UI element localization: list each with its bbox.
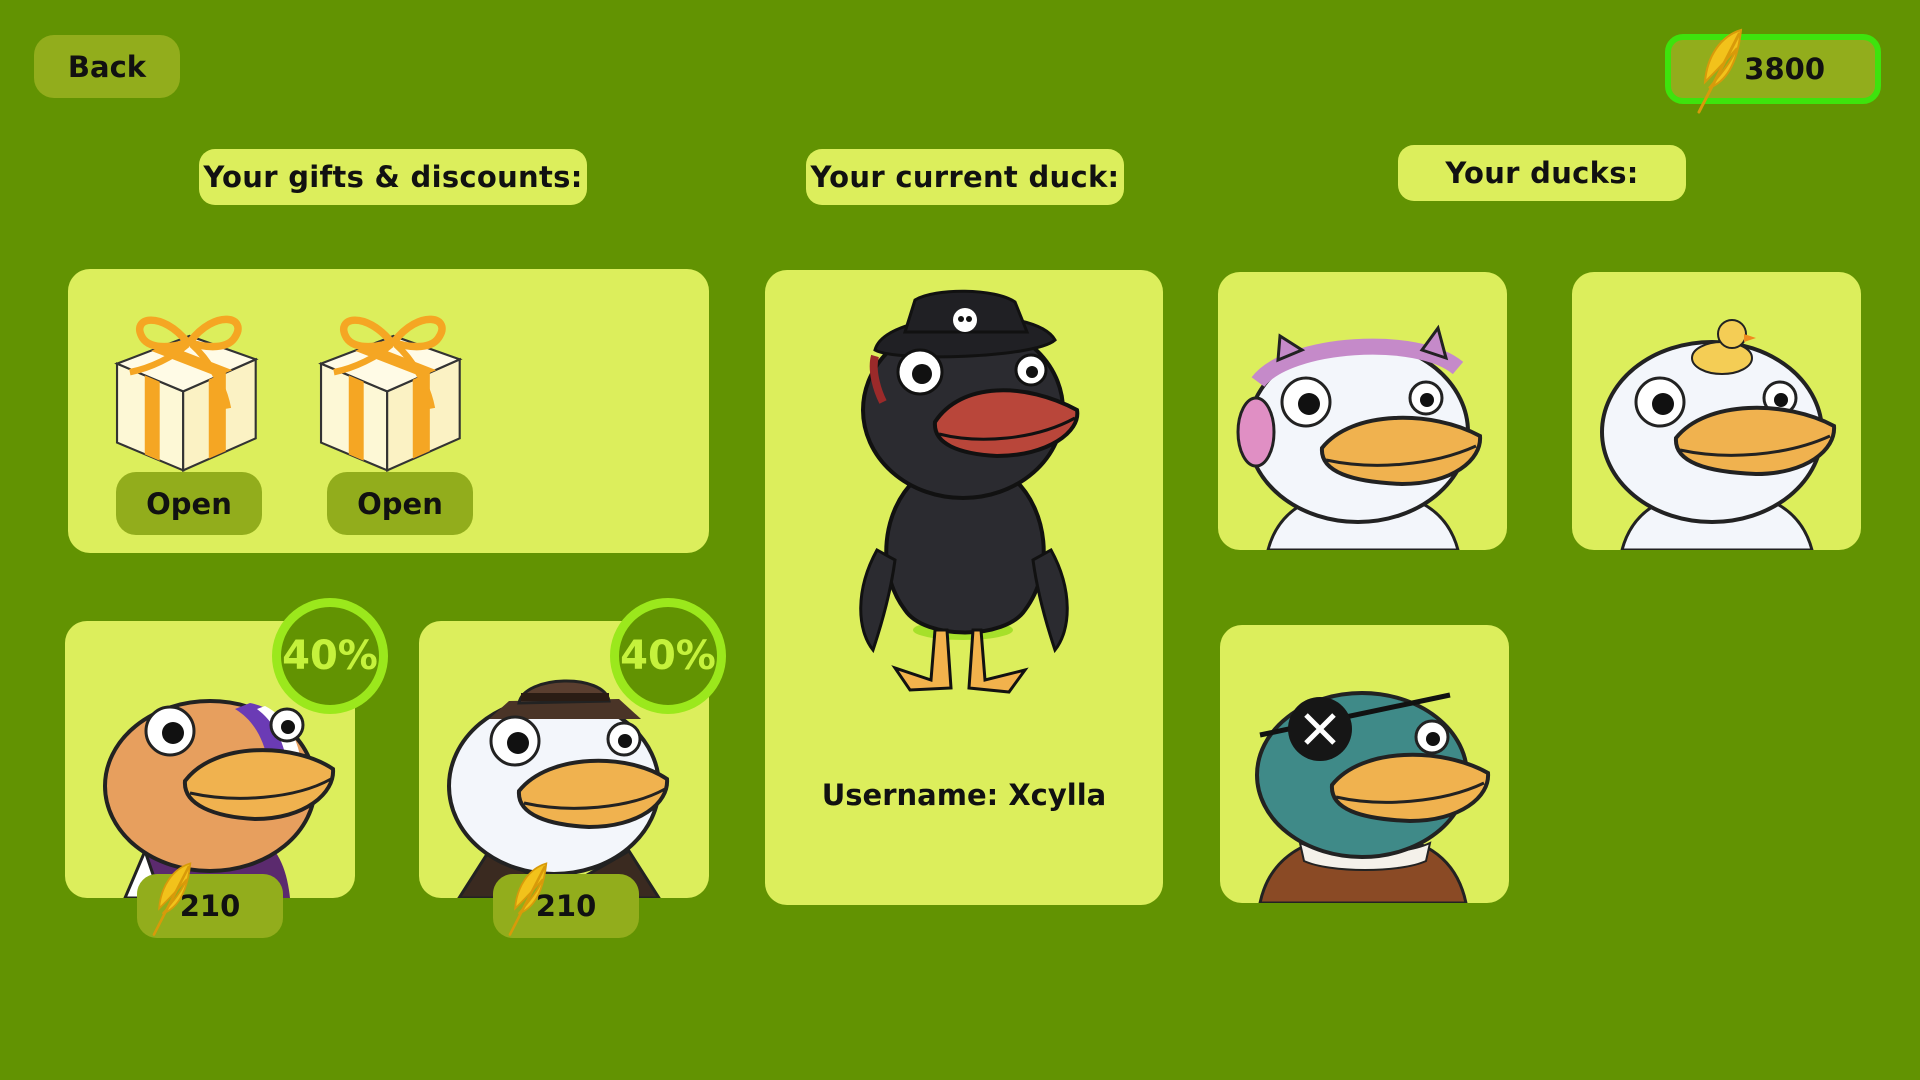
discount-badge: 40% [610,598,726,714]
rubber-duck-hat-duck-image [1600,319,1837,550]
username-label: Username: Xcylla [821,778,1107,812]
owned-duck-card[interactable] [1220,625,1509,903]
gift-box-icon[interactable] [300,289,485,481]
feather-icon [1697,28,1743,114]
open-gift-button[interactable]: Open [327,472,473,535]
gifts-section-title: Your gifts & discounts: [199,149,587,205]
feather-balance: 3800 [1665,28,1881,114]
discount-badge: 40% [272,598,388,714]
price-tag[interactable]: 210 [493,862,639,938]
pink-headphones-duck-image [1236,324,1483,550]
back-button[interactable]: Back [34,35,180,98]
feather-icon [152,862,192,936]
gifts-panel: Open Open [68,269,709,553]
current-duck-panel: Username: Xcylla [765,270,1163,905]
price-tag[interactable]: 210 [137,862,283,938]
teal-eyepatch-duck-image [1255,691,1491,903]
owned-duck-card[interactable] [1572,272,1861,550]
owned-duck-card[interactable] [1218,272,1507,550]
feather-icon [508,862,548,936]
gift-box-icon[interactable] [96,289,281,481]
owned-ducks-section-title: Your ducks: [1398,145,1686,201]
open-gift-button[interactable]: Open [116,472,262,535]
feather-count: 3800 [1744,52,1825,86]
current-duck-section-title: Your current duck: [806,149,1124,205]
